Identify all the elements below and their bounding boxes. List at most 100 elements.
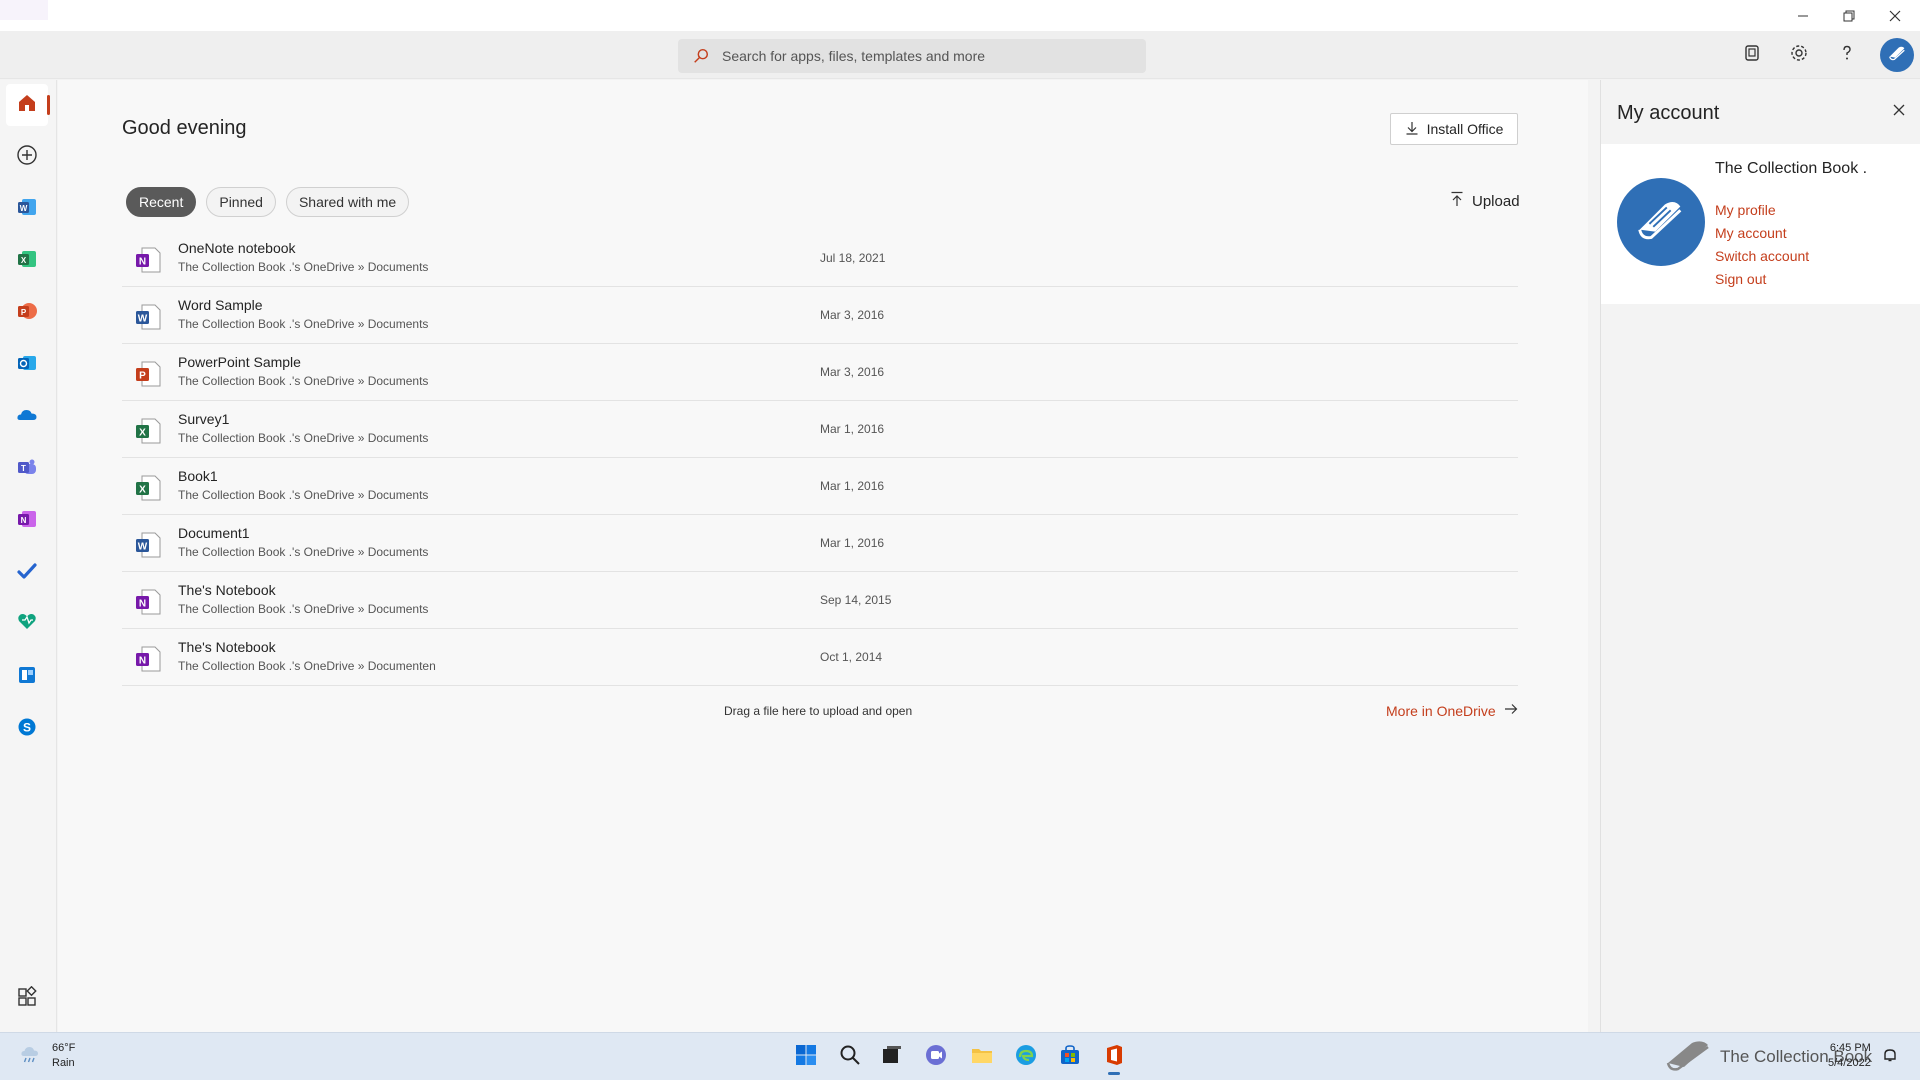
svg-text:N: N [139, 257, 146, 268]
settings-button[interactable] [1784, 40, 1814, 70]
minimize-button[interactable] [1780, 0, 1826, 31]
file-date: Oct 1, 2014 [820, 650, 883, 664]
heart-icon [16, 610, 38, 637]
home-icon [16, 92, 38, 119]
my-profile-link[interactable]: My profile [1715, 202, 1776, 218]
onenote-file-icon: N [134, 645, 162, 673]
account-avatar [1617, 178, 1705, 266]
file-name: The's Notebook [178, 639, 276, 655]
file-row[interactable]: N The's Notebook The Collection Book .'s O… [122, 629, 1518, 686]
upload-icon [1450, 191, 1472, 211]
notifications-button[interactable] [1882, 1047, 1898, 1063]
onenote-file-icon: N [134, 588, 162, 616]
gear-icon [1790, 44, 1808, 67]
rail-all-apps[interactable] [6, 978, 48, 1020]
rail-word[interactable]: W [6, 188, 48, 230]
weather-widget[interactable]: 66°F Rain [18, 1041, 75, 1071]
account-card: The Collection Book . My profile My acco… [1601, 144, 1920, 304]
excel-file-icon: X [134, 417, 162, 445]
search-input[interactable]: Search for apps, files, templates and mo… [678, 39, 1146, 73]
file-date: Sep 14, 2015 [820, 593, 892, 607]
install-office-button[interactable]: Install Office [1390, 113, 1518, 145]
onenote-icon: N [16, 508, 38, 535]
file-name: Document1 [178, 525, 250, 541]
skype-icon: S [16, 716, 38, 743]
rail-family-safety[interactable] [6, 602, 48, 644]
my-account-link[interactable]: My account [1715, 225, 1787, 241]
close-panel-button[interactable] [1891, 102, 1907, 118]
rail-sway[interactable] [6, 656, 48, 698]
taskbar-start[interactable] [790, 1041, 822, 1073]
file-date: Mar 1, 2016 [820, 422, 885, 436]
clock[interactable]: 6:45 PM 5/4/2022 [1828, 1041, 1871, 1071]
outlook-icon [16, 352, 38, 379]
excel-file-icon: X [134, 474, 162, 502]
file-row[interactable]: N OneNote notebook The Collection Book .'s… [122, 230, 1518, 287]
file-name: OneNote notebook [178, 240, 296, 256]
onenote-file-icon: N [134, 246, 162, 274]
feedback-button[interactable] [1737, 40, 1767, 70]
taskbar-search[interactable] [834, 1041, 866, 1073]
file-path: The Collection Book .'s OneDrive » Docum… [178, 602, 429, 616]
file-row[interactable]: X Book1 The Collection Book .'s OneDrive »… [122, 458, 1518, 515]
file-name: Word Sample [178, 297, 263, 313]
powerpoint-file-icon: P [134, 360, 162, 388]
tab-recent[interactable]: Recent [126, 187, 197, 217]
file-name: Book1 [178, 468, 218, 484]
search-icon [838, 1043, 862, 1072]
account-avatar-button[interactable] [1880, 38, 1914, 72]
file-date: Mar 1, 2016 [820, 479, 885, 493]
svg-text:W: W [20, 204, 28, 213]
file-row[interactable]: P PowerPoint Sample The Collection Book .'… [122, 344, 1518, 401]
clock-date: 5/4/2022 [1828, 1057, 1871, 1069]
rail-teams[interactable]: T [6, 448, 48, 490]
svg-text:W: W [138, 314, 148, 325]
file-date: Mar 1, 2016 [820, 536, 885, 550]
close-window-button[interactable] [1872, 0, 1918, 31]
restore-button[interactable] [1826, 0, 1872, 31]
taskbar-edge[interactable] [1010, 1041, 1042, 1073]
powerpoint-icon: P [16, 300, 38, 327]
taskbar-teams-chat[interactable] [920, 1041, 952, 1073]
svg-text:N: N [21, 516, 27, 525]
file-row[interactable]: X Survey1 The Collection Book .'s OneDrive… [122, 401, 1518, 458]
file-path: The Collection Book .'s OneDrive » Docum… [178, 659, 436, 673]
account-panel-title: My account [1617, 102, 1720, 124]
rail-onedrive[interactable] [6, 396, 48, 438]
download-icon [1405, 121, 1427, 138]
taskbar-file-explorer[interactable] [966, 1041, 998, 1073]
taskbar-store[interactable] [1054, 1041, 1086, 1073]
more-in-onedrive-link[interactable]: More in OneDrive [1386, 702, 1518, 719]
file-row[interactable]: N The's Notebook The Collection Book .'s O… [122, 572, 1518, 629]
rail-todo[interactable] [6, 552, 48, 594]
close-icon [1891, 104, 1907, 122]
tab-pinned[interactable]: Pinned [206, 187, 276, 217]
weather-temperature: 66°F [52, 1042, 76, 1054]
rail-create[interactable] [6, 136, 48, 178]
folder-icon [970, 1043, 994, 1072]
svg-text:N: N [139, 599, 146, 610]
upload-button[interactable]: Upload [1450, 191, 1520, 211]
file-row[interactable]: W Word Sample The Collection Book .'s OneD… [122, 287, 1518, 344]
switch-account-link[interactable]: Switch account [1715, 248, 1809, 264]
rail-outlook[interactable] [6, 344, 48, 386]
file-name: Survey1 [178, 411, 230, 427]
word-file-icon: W [134, 303, 162, 331]
rail-onenote[interactable]: N [6, 500, 48, 542]
rail-powerpoint[interactable]: P [6, 292, 48, 334]
search-icon [692, 46, 712, 66]
rail-home[interactable] [6, 84, 50, 126]
taskbar-task-view[interactable] [876, 1041, 908, 1073]
arrow-right-icon [1496, 702, 1518, 719]
file-path: The Collection Book .'s OneDrive » Docum… [178, 260, 429, 274]
rail-skype[interactable]: S [6, 708, 48, 750]
tab-shared-with-me[interactable]: Shared with me [285, 187, 410, 217]
file-row[interactable]: W Document1 The Collection Book .'s OneDri… [122, 515, 1518, 572]
rail-excel[interactable]: X [6, 240, 48, 282]
file-path: The Collection Book .'s OneDrive » Docum… [178, 317, 429, 331]
taskbar-office[interactable] [1098, 1041, 1130, 1075]
more-in-onedrive-label: More in OneDrive [1386, 702, 1496, 719]
onedrive-icon [16, 404, 38, 431]
help-button[interactable] [1832, 40, 1862, 70]
sign-out-link[interactable]: Sign out [1715, 271, 1766, 287]
